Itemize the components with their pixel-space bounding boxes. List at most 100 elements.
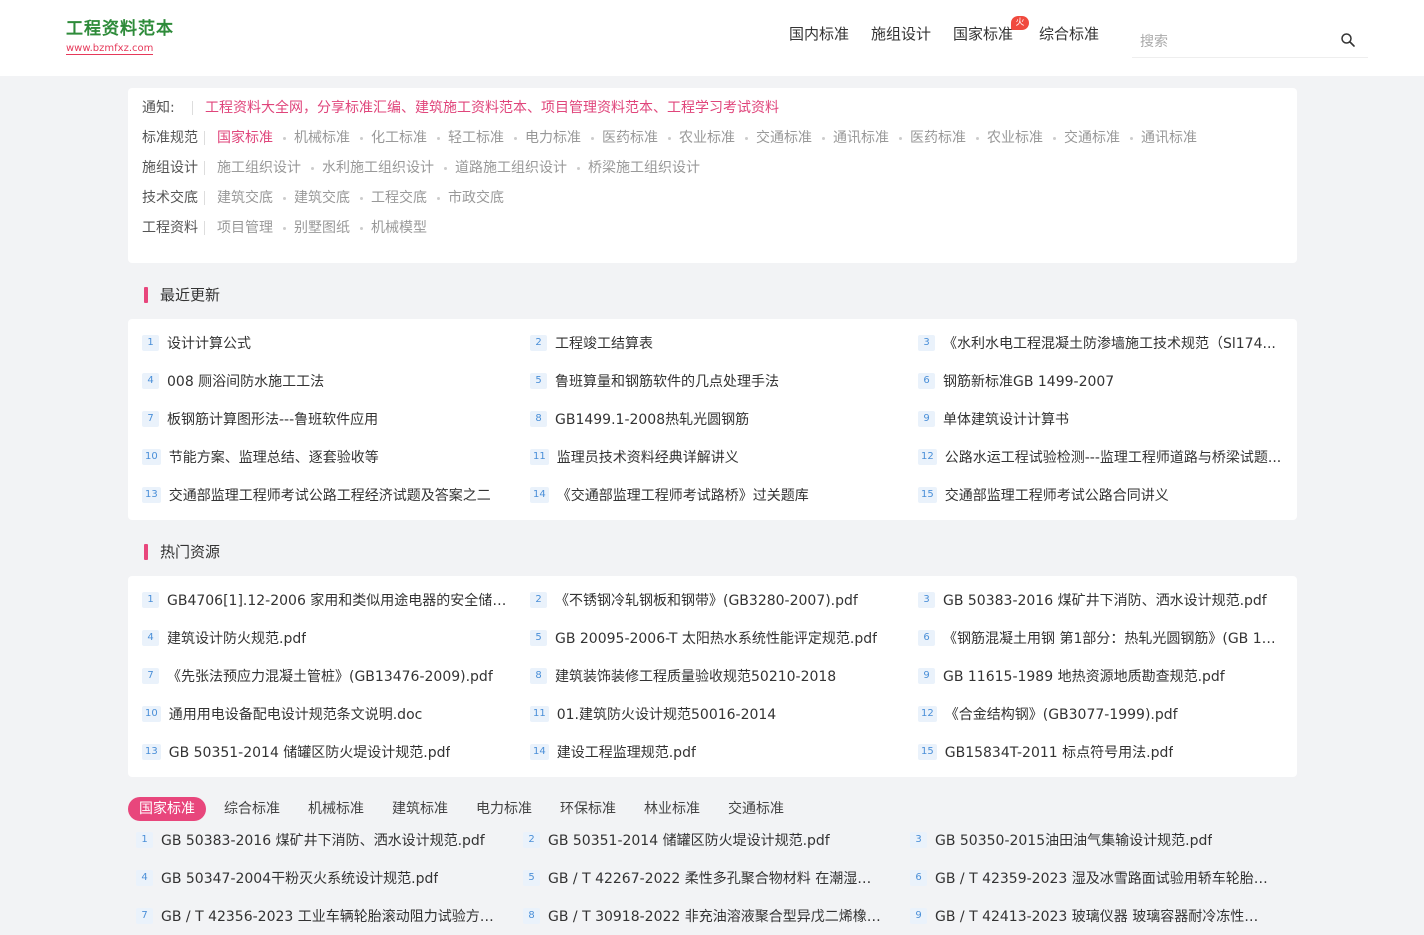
category-link[interactable]: 项目管理 — [217, 218, 273, 238]
list-item-title: GB / T 42267-2022 柔性多孔聚合物材料 在潮湿条件... — [548, 871, 884, 887]
list-item[interactable]: 9 GB / T 42413-2023 玻璃仪器 玻璃容器耐冷冻性试验... — [910, 897, 1286, 935]
list-item[interactable]: 10 通用用电设备配电设计规范条文说明.doc — [142, 695, 530, 733]
list-item[interactable]: 13 交通部监理工程师考试公路工程经济试题及答案之二 — [142, 476, 530, 514]
list-item[interactable]: 5 GB / T 42267-2022 柔性多孔聚合物材料 在潮湿条件... — [523, 859, 910, 897]
list-item[interactable]: 4 008 厕浴间防水施工工法 — [142, 362, 530, 400]
list-item[interactable]: 6 钢筋新标准GB 1499-2007 — [918, 362, 1282, 400]
tab-item[interactable]: 机械标准 — [308, 797, 364, 821]
category-link[interactable]: 轻工标准 — [448, 128, 504, 148]
list-item[interactable]: 9 单体建筑设计计算书 — [918, 400, 1282, 438]
search-input[interactable] — [1132, 26, 1322, 58]
category-link[interactable]: 交通标准 — [1064, 128, 1120, 148]
category-link[interactable]: 医药标准 — [910, 128, 966, 148]
tab-item[interactable]: 国家标准 — [128, 797, 206, 821]
category-link[interactable]: 别墅图纸 — [294, 218, 350, 238]
list-item-title: 设计计算公式 — [167, 336, 251, 352]
nav-item-national-standards[interactable]: 国家标准火 — [953, 16, 1030, 44]
rank-number: 12 — [918, 706, 937, 722]
list-item-title: 《钢筋混凝土用钢 第1部分：热轧光圆钢筋》(GB 14... — [943, 631, 1282, 647]
tab-item[interactable]: 环保标准 — [560, 797, 616, 821]
nav-item-construction-design[interactable]: 施组设计 — [871, 24, 931, 44]
list-item[interactable]: 3 GB 50350-2015油田油气集输设计规范.pdf — [910, 821, 1286, 859]
list-item[interactable]: 11 监理员技术资料经典详解讲义 — [530, 438, 918, 476]
list-item[interactable]: 6 《钢筋混凝土用钢 第1部分：热轧光圆钢筋》(GB 14... — [918, 619, 1282, 657]
list-item[interactable]: 6 GB / T 42359-2023 湿及冰雪路面试验用轿车轮胎室... — [910, 859, 1286, 897]
list-item[interactable]: 12 《合金结构钢》(GB3077-1999).pdf — [918, 695, 1282, 733]
section-accent-bar — [144, 543, 148, 560]
tab-item[interactable]: 综合标准 — [224, 797, 280, 821]
list-item[interactable]: 8 GB1499.1-2008热轧光圆钢筋 — [530, 400, 918, 438]
category-link[interactable]: 化工标准 — [371, 128, 427, 148]
list-item[interactable]: 3 GB 50383-2016 煤矿井下消防、洒水设计规范.pdf — [918, 581, 1282, 619]
list-item[interactable]: 4 GB 50347-2004干粉灭火系统设计规范.pdf — [136, 859, 523, 897]
tab-item[interactable]: 交通标准 — [728, 797, 784, 821]
list-item[interactable]: 2 《不锈钢冷轧钢板和钢带》(GB3280-2007).pdf — [530, 581, 918, 619]
list-item[interactable]: 15 交通部监理工程师考试公路合同讲义 — [918, 476, 1282, 514]
list-item-title: GB / T 42359-2023 湿及冰雪路面试验用轿车轮胎室... — [935, 871, 1271, 887]
rank-number: 9 — [918, 668, 935, 684]
category-link[interactable]: 农业标准 — [679, 128, 735, 148]
category-link[interactable]: 机械模型 — [371, 218, 427, 238]
category-link[interactable]: 电力标准 — [525, 128, 581, 148]
category-link[interactable]: 建筑交底 — [294, 188, 350, 208]
list-item-title: GB / T 42413-2023 玻璃仪器 玻璃容器耐冷冻性试验... — [935, 909, 1271, 925]
list-item-title: GB 50350-2015油田油气集输设计规范.pdf — [935, 833, 1213, 849]
list-item[interactable]: 5 GB 20095-2006-T 太阳热水系统性能评定规范.pdf — [530, 619, 918, 657]
list-item[interactable]: 8 建筑装饰装修工程质量验收规范50210-2018 — [530, 657, 918, 695]
category-link[interactable]: 机械标准 — [294, 128, 350, 148]
site-logo[interactable]: 工程资料范本 www.bzmfxz.com — [66, 19, 174, 55]
site-header: 工程资料范本 www.bzmfxz.com 国内标准 施组设计 国家标准火 综合… — [0, 0, 1424, 76]
list-item[interactable]: 5 鲁班算量和钢筋软件的几点处理手法 — [530, 362, 918, 400]
list-item[interactable]: 2 GB 50351-2014 储罐区防火堤设计规范.pdf — [523, 821, 910, 859]
category-link[interactable]: 农业标准 — [987, 128, 1043, 148]
list-item[interactable]: 11 01.建筑防火设计规范50016-2014 — [530, 695, 918, 733]
list-item-title: GB 50351-2014 储罐区防火堤设计规范.pdf — [168, 745, 451, 761]
rank-number: 4 — [142, 373, 159, 389]
list-item[interactable]: 1 设计计算公式 — [142, 324, 530, 362]
list-item[interactable]: 10 节能方案、监理总结、逐套验收等 — [142, 438, 530, 476]
list-item[interactable]: 7 《先张法预应力混凝土管桩》(GB13476-2009).pdf — [142, 657, 530, 695]
notice-row: 通知: 工程资料大全网，分享标准汇编、建筑施工资料范本、项目管理资料范本、工程学… — [142, 98, 779, 118]
list-item[interactable]: 2 工程竣工结算表 — [530, 324, 918, 362]
category-link[interactable]: 施工组织设计 — [217, 158, 301, 178]
nav-item-general-standards[interactable]: 综合标准 — [1039, 24, 1099, 44]
category-label: 技术交底 — [142, 190, 198, 206]
category-link[interactable]: 通讯标准 — [1141, 128, 1197, 148]
category-link[interactable]: 通讯标准 — [833, 128, 889, 148]
category-link[interactable]: 道路施工组织设计 — [455, 158, 567, 178]
list-item[interactable]: 7 GB / T 42356-2023 工业车辆轮胎滚动阻力试验方法.... — [136, 897, 523, 935]
category-link[interactable]: 建筑交底 — [217, 188, 273, 208]
category-link[interactable]: 市政交底 — [448, 188, 504, 208]
category-link[interactable]: 交通标准 — [756, 128, 812, 148]
list-item[interactable]: 9 GB 11615-1989 地热资源地质勘查规范.pdf — [918, 657, 1282, 695]
list-item[interactable]: 12 公路水运工程试验检测---监理工程师道路与桥梁试题... — [918, 438, 1282, 476]
hot-list-box: 1 GB4706[1].12-2006 家用和类似用途电器的安全储水... 2 《不锈… — [128, 576, 1297, 777]
list-item[interactable]: 3 《水利水电工程混凝土防渗墙施工技术规范（Sl174... — [918, 324, 1282, 362]
category-link[interactable]: 国家标准 — [217, 128, 273, 148]
list-item[interactable]: 8 GB / T 30918-2022 非充油溶液聚合型异戊二烯橡胶... — [523, 897, 910, 935]
list-item[interactable]: 13 GB 50351-2014 储罐区防火堤设计规范.pdf — [142, 733, 530, 771]
list-item[interactable]: 4 建筑设计防火规范.pdf — [142, 619, 530, 657]
list-item[interactable]: 14 《交通部监理工程师考试路桥》过关题库 — [530, 476, 918, 514]
divider — [204, 221, 205, 235]
category-link[interactable]: 水利施工组织设计 — [322, 158, 434, 178]
list-item[interactable]: 14 建设工程监理规范.pdf — [530, 733, 918, 771]
rank-number: 12 — [918, 449, 937, 465]
list-item-title: 节能方案、监理总结、逐套验收等 — [168, 450, 379, 466]
divider — [204, 161, 205, 175]
category-link[interactable]: 桥梁施工组织设计 — [588, 158, 700, 178]
notice-link[interactable]: 工程资料大全网，分享标准汇编、建筑施工资料范本、项目管理资料范本、工程学习考试资… — [205, 98, 779, 118]
list-item[interactable]: 15 GB15834T-2011 标点符号用法.pdf — [918, 733, 1282, 771]
tab-item[interactable]: 电力标准 — [476, 797, 532, 821]
list-item[interactable]: 1 GB4706[1].12-2006 家用和类似用途电器的安全储水... — [142, 581, 530, 619]
search-icon[interactable] — [1340, 32, 1356, 48]
list-item[interactable]: 1 GB 50383-2016 煤矿井下消防、洒水设计规范.pdf — [136, 821, 523, 859]
rank-number: 7 — [142, 668, 159, 684]
list-item[interactable]: 7 板钢筋计算图形法---鲁班软件应用 — [142, 400, 530, 438]
tab-item[interactable]: 林业标准 — [644, 797, 700, 821]
rank-number: 5 — [523, 870, 540, 886]
tab-item[interactable]: 建筑标准 — [392, 797, 448, 821]
category-link[interactable]: 医药标准 — [602, 128, 658, 148]
nav-item-domestic-standards[interactable]: 国内标准 — [789, 24, 849, 44]
category-link[interactable]: 工程交底 — [371, 188, 427, 208]
